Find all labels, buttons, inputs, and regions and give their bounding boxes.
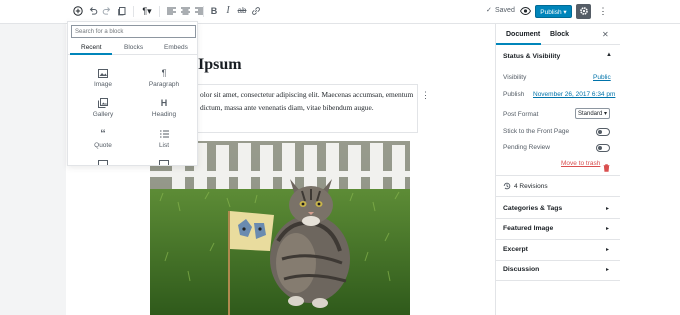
block-list[interactable]: List: [134, 129, 194, 149]
inserter-tabs: Recent Blocks Embeds: [68, 41, 197, 55]
add-block-icon[interactable]: [72, 5, 84, 17]
chevron-down-icon: ▾: [603, 111, 607, 117]
block-label: List: [158, 142, 170, 149]
tab-blocks[interactable]: Blocks: [124, 44, 143, 51]
divider: [496, 280, 620, 281]
block-label: Gallery: [92, 111, 114, 118]
post-format-label: Post Format: [503, 111, 539, 118]
block-gallery[interactable]: Gallery: [73, 98, 133, 118]
paragraph-icon[interactable]: ¶▾: [139, 5, 155, 17]
heading-icon: H: [160, 98, 168, 108]
active-tab-indicator: [70, 53, 112, 55]
align-left-icon[interactable]: [165, 5, 177, 17]
tab-document[interactable]: Document: [506, 31, 540, 38]
italic-icon[interactable]: I: [222, 5, 234, 17]
divider: [496, 239, 620, 240]
visibility-link[interactable]: Public: [593, 74, 611, 81]
saved-status: Saved: [495, 7, 515, 14]
redo-icon[interactable]: [101, 5, 113, 17]
cat-image[interactable]: [150, 141, 410, 315]
block-partial[interactable]: [134, 159, 194, 165]
image-icon: [73, 159, 133, 165]
link-icon[interactable]: [250, 5, 262, 17]
image-icon: [134, 159, 194, 165]
toolbar-divider: [203, 6, 204, 17]
block-label: Heading: [151, 111, 177, 118]
more-icon[interactable]: ⋮: [597, 5, 609, 17]
close-icon[interactable]: ✕: [602, 30, 609, 39]
check-icon: ✓: [486, 7, 492, 14]
chevron-up-icon[interactable]: ▲: [606, 52, 612, 58]
block-heading[interactable]: H Heading: [134, 98, 194, 118]
gallery-icon: [73, 98, 133, 108]
bold-icon[interactable]: B: [208, 5, 220, 17]
revisions-link[interactable]: 4 Revisions: [514, 183, 548, 190]
divider: [496, 196, 620, 197]
image-icon: [73, 68, 133, 78]
block-partial[interactable]: [73, 159, 133, 165]
block-label: Paragraph: [148, 81, 180, 88]
publish-button[interactable]: Publish ▾: [535, 5, 572, 18]
block-image[interactable]: Image: [73, 68, 133, 88]
divider: [496, 218, 620, 219]
panel-featured-image[interactable]: Featured Image: [503, 225, 553, 232]
toggle-knob: [598, 130, 602, 134]
publish-date-link[interactable]: November 26, 2017 6:34 pm: [533, 91, 615, 98]
quote-icon: “: [100, 128, 106, 140]
pending-review-label: Pending Review: [503, 144, 550, 151]
paragraph-icon: ¶: [161, 68, 167, 78]
sticky-toggle[interactable]: [596, 128, 610, 136]
chevron-right-icon[interactable]: ▸: [606, 205, 609, 212]
panel-excerpt[interactable]: Excerpt: [503, 246, 528, 253]
post-title[interactable]: Ipsum: [198, 56, 242, 74]
toolbar-divider: [133, 6, 134, 17]
pending-review-toggle[interactable]: [596, 144, 610, 152]
tab-block[interactable]: Block: [550, 31, 569, 38]
align-center-icon[interactable]: [179, 5, 191, 17]
settings-button[interactable]: [576, 4, 591, 19]
undo-icon[interactable]: [87, 5, 99, 17]
move-to-trash-link[interactable]: Move to trash: [561, 160, 600, 167]
divider: [496, 175, 620, 176]
chevron-right-icon[interactable]: ▸: [606, 246, 609, 253]
block-inserter-popover: Search for a block Recent Blocks Embeds …: [67, 21, 198, 166]
block-search-input[interactable]: Search for a block: [71, 25, 196, 38]
panel-discussion[interactable]: Discussion: [503, 266, 539, 273]
block-quote[interactable]: “ Quote: [73, 128, 133, 149]
panel-status-visibility[interactable]: Status & Visibility: [503, 53, 560, 60]
chevron-right-icon[interactable]: ▸: [606, 266, 609, 273]
revisions-icon: [503, 182, 511, 192]
list-icon: [134, 129, 194, 139]
block-more-icon[interactable]: ⋮: [421, 91, 430, 100]
active-tab-indicator: [496, 43, 541, 45]
divider: [496, 260, 620, 261]
toggle-knob: [598, 146, 602, 150]
paragraph-text[interactable]: olor sit amet, consectetur adipiscing el…: [200, 88, 414, 114]
post-format-select[interactable]: Standard ▾: [575, 108, 610, 119]
strikethrough-icon[interactable]: ab: [236, 5, 248, 17]
sidebar-tabs: Document Block ✕: [496, 24, 620, 45]
block-label: Image: [93, 81, 113, 88]
gear-icon: [579, 3, 589, 21]
block-navigation-icon[interactable]: [116, 5, 128, 17]
tab-embeds[interactable]: Embeds: [164, 44, 188, 51]
chevron-right-icon[interactable]: ▸: [606, 225, 609, 232]
tab-recent[interactable]: Recent: [81, 44, 102, 51]
panel-categories-tags[interactable]: Categories & Tags: [503, 205, 562, 212]
visibility-label: Visibility: [503, 74, 527, 81]
post-format-value: Standard: [578, 111, 603, 117]
settings-sidebar: Document Block ✕ Status & Visibility ▲ V…: [495, 24, 680, 315]
toolbar-divider: [159, 6, 160, 17]
sticky-label: Stick to the Front Page: [503, 128, 570, 135]
preview-icon[interactable]: [519, 5, 531, 17]
block-paragraph[interactable]: ¶ Paragraph: [134, 68, 194, 88]
publish-label: Publish: [503, 91, 525, 98]
block-label: Quote: [94, 142, 112, 149]
